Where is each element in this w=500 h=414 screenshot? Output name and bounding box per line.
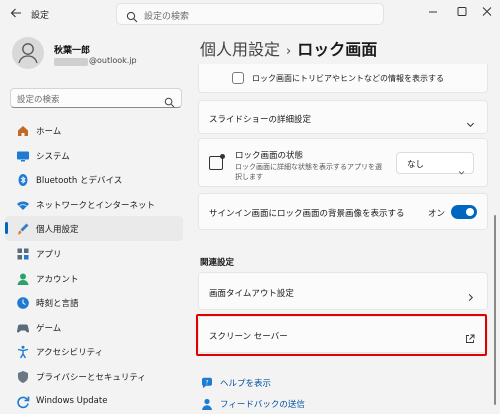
- sidebar-item-privacy[interactable]: プライバシーとセキュリティ: [5, 364, 183, 389]
- sidebar-item-bluetooth[interactable]: Bluetooth とデバイス: [5, 167, 183, 192]
- avatar[interactable]: [12, 37, 44, 69]
- chevron-down-icon[interactable]: [466, 114, 475, 133]
- windows-update-icon: [16, 394, 30, 408]
- accessibility-icon: [16, 344, 30, 359]
- sidebar-item-label: システム: [36, 151, 70, 162]
- close-icon[interactable]: [475, 3, 499, 21]
- sidebar-item-label: ホーム: [36, 127, 62, 137]
- feedback-icon: [200, 396, 214, 410]
- screen-saver-label: スクリーン セーバー: [209, 332, 288, 342]
- sidebar-item-gaming[interactable]: ゲーム: [5, 315, 183, 340]
- trivia-label: ロック画面にトリビアやヒントなどの情報を表示する: [252, 74, 444, 83]
- lock-status-icon: [209, 154, 225, 170]
- sidebar-item-label: ネットワークとインターネット: [36, 200, 156, 211]
- sidebar-item-label: プライバシーとセキュリティ: [36, 372, 146, 383]
- lock-status-description: ロック画面に詳細な状態を表示するアプリを選択します: [235, 163, 382, 181]
- home-icon: [16, 123, 30, 137]
- chevron-right-icon: [466, 287, 475, 306]
- time-language-icon: [16, 295, 30, 309]
- help-link[interactable]: ヘルプを表示: [220, 377, 271, 389]
- sidebar-item-windows-update[interactable]: Windows Update: [5, 389, 183, 414]
- maximize-icon[interactable]: [450, 3, 474, 21]
- sidebar-nav: ホーム システム Bluetooth とデバイス ネットワークとインターネット …: [5, 118, 183, 413]
- toggle-state-text: オン: [428, 209, 446, 219]
- sidebar-item-label: 個人用設定: [36, 225, 79, 236]
- sidebar-item-home[interactable]: ホーム: [5, 118, 183, 143]
- personalization-icon: [16, 221, 30, 235]
- signin-background-card: サインイン画面にロック画面の背景画像を表示する オン: [198, 193, 488, 230]
- scrollbar-thumb[interactable]: [494, 215, 496, 405]
- top-search-input[interactable]: 設定の検索: [116, 3, 384, 25]
- sidebar-search-placeholder: 設定の検索: [17, 95, 60, 105]
- svg-text:?: ?: [205, 379, 208, 386]
- search-icon: [126, 8, 138, 27]
- sidebar-item-label: Bluetooth とデバイス: [36, 176, 123, 187]
- system-icon: [16, 148, 30, 162]
- signin-background-label: サインイン画面にロック画面の背景画像を表示する: [209, 209, 405, 219]
- sidebar-item-label: ゲーム: [36, 323, 62, 334]
- screen-timeout-label: 画面タイムアウト設定: [209, 289, 294, 299]
- screen-saver-card[interactable]: スクリーン セーバー: [198, 316, 488, 353]
- network-icon: [16, 197, 30, 211]
- top-search-placeholder: 設定の検索: [144, 12, 190, 22]
- sidebar-item-label: 時刻と言語: [36, 299, 79, 310]
- user-icon: [18, 43, 38, 64]
- trivia-setting-card: ロック画面にトリビアやヒントなどの情報を表示する: [198, 64, 488, 93]
- sidebar-search-input[interactable]: 設定の検索: [10, 88, 182, 108]
- feedback-link[interactable]: フィードバックの送信: [220, 398, 305, 410]
- lock-screen-status-card: ロック画面の状態 ロック画面に詳細な状態を表示するアプリを選択します なし: [198, 138, 488, 187]
- sidebar-item-label: Windows Update: [36, 395, 108, 406]
- lock-status-dropdown-value: なし: [407, 160, 425, 170]
- search-icon: [164, 93, 175, 112]
- breadcrumb-parent[interactable]: 個人用設定: [200, 40, 280, 59]
- email-redacted: [54, 58, 88, 66]
- trivia-checkbox[interactable]: [232, 72, 244, 84]
- sidebar-item-personalization[interactable]: 個人用設定: [5, 216, 183, 241]
- sidebar-item-network[interactable]: ネットワークとインターネット: [5, 192, 183, 217]
- account-icon: [16, 271, 30, 285]
- back-arrow-icon[interactable]: [10, 7, 24, 21]
- bluetooth-icon: [16, 172, 30, 187]
- lock-status-dropdown[interactable]: なし: [396, 152, 474, 175]
- lock-status-label: ロック画面の状態: [235, 151, 304, 161]
- slideshow-label: スライドショーの詳細設定: [209, 115, 312, 125]
- title-bar: 設定 設定の検索: [0, 0, 500, 30]
- sidebar-item-label: アプリ: [36, 249, 62, 260]
- slideshow-settings-card[interactable]: スライドショーの詳細設定: [198, 100, 488, 134]
- user-email: @outlook.jp: [89, 56, 137, 65]
- related-settings-heading: 関連設定: [200, 258, 235, 268]
- help-icon: ?: [200, 375, 214, 389]
- sidebar-item-accessibility[interactable]: アクセシビリティ: [5, 339, 183, 364]
- sidebar-item-system[interactable]: システム: [5, 143, 183, 168]
- sidebar-item-time-language[interactable]: 時刻と言語: [5, 290, 183, 315]
- page-title: ロック画面: [297, 40, 378, 59]
- chevron-down-icon: [458, 161, 465, 180]
- sidebar-item-accounts[interactable]: アカウント: [5, 266, 183, 291]
- external-link-icon: [465, 329, 475, 348]
- signin-background-toggle[interactable]: [451, 205, 477, 219]
- user-name: 秋葉一郎: [54, 46, 91, 56]
- sidebar-item-apps[interactable]: アプリ: [5, 241, 183, 266]
- sidebar-item-label: アクセシビリティ: [36, 348, 104, 359]
- screen-timeout-card[interactable]: 画面タイムアウト設定: [198, 272, 488, 310]
- app-title: 設定: [31, 11, 50, 21]
- sidebar-item-label: アカウント: [36, 274, 79, 285]
- apps-icon: [16, 246, 30, 260]
- gaming-icon: [16, 320, 30, 334]
- breadcrumb-separator: ›: [286, 44, 292, 59]
- minimize-icon[interactable]: [421, 3, 445, 21]
- breadcrumb: 個人用設定 › ロック画面: [200, 36, 377, 60]
- privacy-icon: [16, 369, 30, 383]
